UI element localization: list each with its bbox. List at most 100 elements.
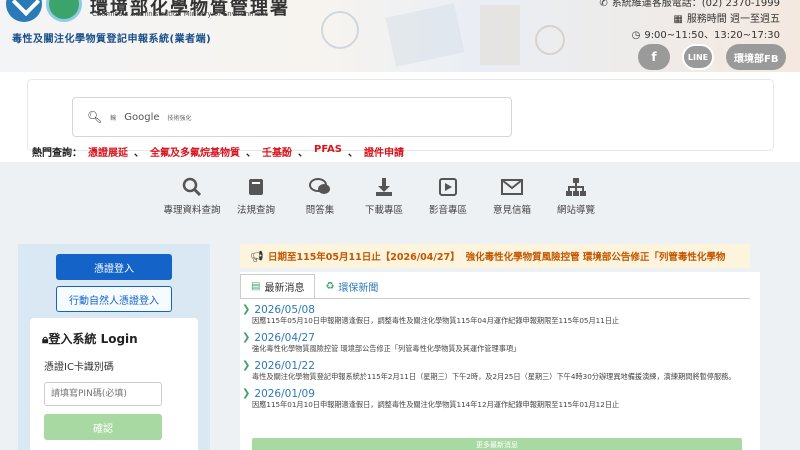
quicknav-item-download[interactable]: 下載專區	[352, 176, 416, 216]
lab-decoration-image	[321, 3, 565, 67]
hot-topics-label: 熱門查詢：	[32, 148, 82, 159]
logo-mark-blue	[6, 0, 42, 22]
agency-name-en: Chemicals Administration Ministry of Env…	[92, 10, 268, 18]
system-title[interactable]: 毒性及關注化學物質登記申報系統(業者端)	[12, 30, 211, 45]
confirm-button[interactable]: 確認	[44, 414, 162, 440]
login-form: 🔒︎登入系統 Login 憑證IC卡識別碼 確認	[30, 318, 198, 450]
play-icon	[437, 176, 459, 198]
quicknav-label: 下載專區	[364, 205, 403, 216]
phone-icon: ✆	[599, 0, 608, 9]
news-text: 毒性及關注化學物質登記申報系統於115年2月11日（星期三）下午2時，及2月25…	[252, 372, 736, 381]
quicknav-item-media[interactable]: 影音專區	[416, 176, 480, 216]
book-icon	[245, 176, 267, 198]
news-list: ❯ 2026/05/08 因應115年05月10日申報期適逢假日，調整毒性及關注化…	[242, 304, 772, 416]
quicknav-label: 意見信箱	[492, 205, 531, 216]
quicknav-label: 法規查詢	[236, 205, 275, 216]
chevron-right-icon: ❯	[242, 360, 251, 371]
news-icon: ▤	[251, 281, 261, 292]
quicknav-item-sitemap[interactable]: 網站導覽	[544, 176, 608, 216]
search-panel: 🔍︎ 輸 Google 技術強化	[28, 80, 773, 150]
clock-icon: ◷	[631, 30, 641, 41]
announcement-title: 強化毒性化學物質風險控管 環境部公告修正「列管毒性化學物	[465, 252, 726, 263]
hot-topic-link[interactable]: 憑證展延	[88, 144, 128, 159]
news-date: ❯ 2026/01/22	[242, 360, 772, 372]
search-suffix-text: 技術強化	[167, 114, 192, 122]
announcement-marquee[interactable]: 📢︎ 日期至115年05月11日止 【2026/04/27】 強化毒性化學物質風…	[240, 244, 750, 268]
separator: 、	[134, 148, 144, 159]
google-label: Google	[124, 111, 160, 123]
social-links: f LINE 環境部FB	[638, 44, 787, 70]
megaphone-icon: 📢︎	[250, 249, 264, 263]
news-section: ▤ 最新消息 ♻ 環保新聞 ❯ 2026/05/08 因應115年05月10日申報…	[240, 272, 760, 450]
quicknav-item-regulations[interactable]: 法規查詢	[224, 176, 288, 216]
time-text: 9:00~11:50、13:20~17:30	[644, 30, 780, 41]
sitemap-icon	[565, 176, 587, 198]
news-text: 因應115年05月10日申報期適逢假日，調整毒性及關注化學物質115年04月運作…	[252, 316, 620, 325]
mobile-cert-login-button[interactable]: 行動自然人憑證登入	[56, 286, 172, 312]
separator: 、	[298, 148, 308, 159]
fb-page-button[interactable]: 環境部FB	[726, 44, 787, 70]
announcement-text: 日期至115年05月11日止	[267, 252, 381, 263]
list-item[interactable]: ❯ 2026/05/08 因應115年05月10日申報期適逢假日，調整毒性及關注化…	[242, 304, 772, 326]
chevron-right-icon: ❯	[242, 388, 251, 399]
recycle-icon: ♻	[325, 280, 335, 292]
list-item[interactable]: ❯ 2026/01/22 毒性及關注化學物質登記申報系統於115年2月11日（星期…	[242, 360, 772, 382]
news-text: 因應115年01月10日申報期適逢假日，調整毒性及關注化學物質114年12月運作…	[252, 400, 620, 409]
quick-nav: 專理資料查詢 法規查詢 問答集 下載專區 影音專區 意見信箱 網站導覽	[160, 176, 608, 216]
news-date-text: 2026/01/09	[254, 388, 315, 400]
download-icon	[373, 176, 395, 198]
site-header: 環境部化學物質管理署 Chemicals Administration Mini…	[0, 0, 800, 72]
news-date: ❯ 2026/05/08	[242, 304, 772, 316]
tab-environment-news[interactable]: ♻ 環保新聞	[315, 274, 388, 298]
facebook-icon[interactable]: f	[638, 44, 670, 70]
search-input[interactable]: 🔍︎ 輸 Google 技術強化	[72, 97, 512, 137]
line-icon[interactable]: LINE	[682, 44, 714, 70]
tab-latest-news[interactable]: ▤ 最新消息	[240, 274, 316, 298]
tab-label: 最新消息	[264, 283, 305, 294]
tab-label: 環保新聞	[338, 282, 379, 294]
hot-topic-link[interactable]: 證件申請	[364, 144, 404, 159]
separator: 、	[246, 148, 256, 159]
search-prefix-text: 輸	[110, 114, 117, 122]
list-item[interactable]: ❯ 2026/04/27 強化毒性化學物質風險控管 環境部公告修正「列管毒性化學物…	[242, 332, 772, 354]
news-date: ❯ 2026/04/27	[242, 332, 772, 344]
mail-icon	[501, 176, 523, 198]
separator: 、	[347, 148, 358, 159]
quicknav-label: 網站導覽	[556, 205, 595, 216]
hot-topic-link[interactable]: 壬基酚	[262, 144, 292, 159]
news-tabs: ▤ 最新消息 ♻ 環保新聞	[240, 274, 388, 298]
ic-card-label: 憑證IC卡識別碼	[44, 362, 114, 373]
announcement-date: 【2026/04/27】	[380, 252, 460, 263]
logo-mark-green	[46, 0, 82, 22]
chevron-right-icon: ❯	[242, 332, 251, 343]
calendar-icon: ▦	[673, 14, 683, 25]
quicknav-item-data-query[interactable]: 專理資料查詢	[160, 176, 224, 216]
chat-icon	[309, 176, 331, 198]
hot-topic-link[interactable]: PFAS	[314, 144, 342, 159]
contact-info: ✆ 系統維運客服電話：(02) 2370-1999 ▦ 服務時間 週一至週五 ◷ 9:…	[599, 0, 780, 44]
login-panel: 憑證登入 行動自然人憑證登入 🔒︎登入系統 Login 憑證IC卡識別碼 確認	[18, 244, 210, 450]
pin-input[interactable]	[44, 382, 162, 406]
login-title: 🔒︎登入系統 Login	[42, 330, 138, 347]
login-title-text: 登入系統 Login	[48, 332, 138, 346]
quicknav-label: 影音專區	[428, 205, 467, 216]
quicknav-label: 專理資料查詢	[163, 205, 221, 216]
quicknav-item-faq[interactable]: 問答集	[288, 176, 352, 216]
news-date-text: 2026/01/22	[254, 360, 315, 372]
cert-login-button[interactable]: 憑證登入	[56, 254, 172, 280]
agency-logo[interactable]	[0, 0, 90, 26]
quicknav-item-feedback[interactable]: 意見信箱	[480, 176, 544, 216]
news-date: ❯ 2026/01/09	[242, 388, 772, 400]
more-news-button[interactable]: 更多最新消息	[252, 438, 742, 450]
hot-topics: 熱門查詢： 憑證展延、 全氟及多氟烷基物質、 壬基酚、 PFAS、 證件申請	[32, 144, 404, 159]
news-date-text: 2026/05/08	[254, 304, 315, 316]
list-item[interactable]: ❯ 2026/01/09 因應115年01月10日申報期適逢假日，調整毒性及關注化…	[242, 388, 772, 410]
news-text: 強化毒性化學物質風險控管 環境部公告修正「列管毒性化學物質及其運作管理事項」	[252, 344, 521, 353]
hot-topic-link[interactable]: 全氟及多氟烷基物質	[150, 144, 240, 159]
phone-text: 系統維運客服電話：(02) 2370-1999	[611, 0, 780, 9]
search-icon	[181, 176, 203, 198]
news-date-text: 2026/04/27	[254, 332, 315, 344]
chevron-right-icon: ❯	[242, 304, 251, 315]
hours-text: 服務時間 週一至週五	[686, 14, 780, 25]
quicknav-label: 問答集	[305, 205, 335, 216]
